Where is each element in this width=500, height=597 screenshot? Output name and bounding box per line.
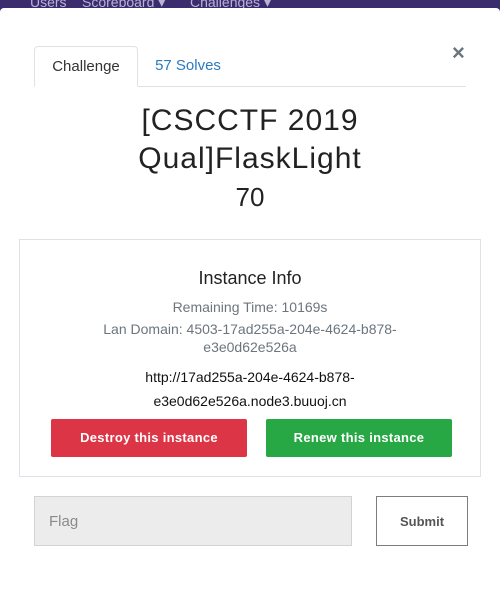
instance-info-panel: Instance Info Remaining Time: 10169s Lan…	[19, 239, 481, 477]
modal-tabs: Challenge 57 Solves	[34, 46, 466, 87]
flag-input[interactable]	[34, 496, 352, 546]
instance-url-line1[interactable]: http://17ad255a-204e-4624-b878-	[20, 369, 480, 385]
renew-instance-button[interactable]: Renew this instance	[266, 419, 452, 457]
submit-button[interactable]: Submit	[376, 496, 468, 546]
challenge-title-line1: [CSCCTF 2019	[141, 104, 359, 137]
remaining-time: Remaining Time: 10169s	[172, 299, 328, 315]
challenge-title-line2: Qual]FlaskLight	[138, 142, 362, 175]
close-icon[interactable]: ×	[452, 40, 465, 66]
tab-solves[interactable]: 57 Solves	[138, 46, 238, 86]
challenge-modal: Challenge 57 Solves × [CSCCTF 2019 Qual]…	[0, 8, 500, 597]
lan-domain-line1: Lan Domain: 4503-17ad255a-204e-4624-b878…	[103, 321, 397, 337]
tab-challenge[interactable]: Challenge	[34, 46, 138, 87]
instance-info-title: Instance Info	[198, 268, 302, 288]
challenge-title: [CSCCTF 2019 Qual]FlaskLight	[0, 102, 500, 178]
instance-url-line2[interactable]: e3e0d62e526a.node3.buuoj.cn	[20, 393, 480, 409]
destroy-instance-button[interactable]: Destroy this instance	[51, 419, 247, 457]
lan-domain-line2: e3e0d62e526a	[203, 339, 297, 355]
challenge-points: 70	[235, 182, 265, 212]
